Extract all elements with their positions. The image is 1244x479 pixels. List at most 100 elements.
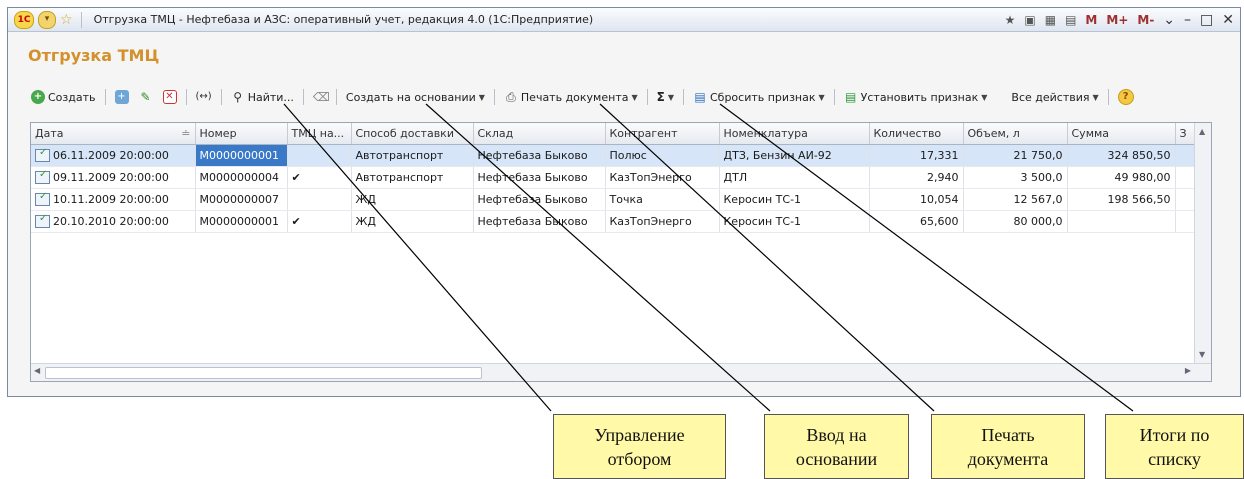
horizontal-scrollbar[interactable]: ◀ ▶ — [31, 363, 1211, 381]
qty-cell: 10,054 — [869, 188, 964, 211]
find-label: Найти... — [247, 90, 294, 104]
callout-create-based-on: Ввод на основании — [764, 414, 909, 479]
warehouse-cell: Нефтебаза Быково — [473, 144, 606, 167]
sum-cell: 198 566,50 — [1067, 188, 1176, 211]
page-title: Отгрузка ТМЦ — [28, 46, 160, 65]
all-actions-button[interactable]: Все действия ▼ — [1008, 87, 1101, 107]
divider — [302, 89, 304, 105]
window-title: Отгрузка ТМЦ - Нефтебаза и АЗС: оператив… — [93, 13, 594, 26]
scroll-right-icon[interactable]: ▶ — [1185, 366, 1191, 375]
item-cell: ДТЛ — [719, 166, 870, 189]
counterparty-cell: КазТопЭнерго — [605, 166, 720, 189]
number-cell: M0000000007 — [195, 188, 288, 211]
scroll-left-icon[interactable]: ◀ — [34, 366, 40, 375]
favorites-star-icon[interactable]: ☆ — [60, 12, 73, 28]
chevron-down-icon: ▼ — [667, 92, 674, 102]
history-icon[interactable]: ▣ — [1024, 13, 1035, 27]
tmc-cell — [287, 188, 352, 211]
volume-cell: 3 500,0 — [963, 166, 1068, 189]
table-row[interactable]: 06.11.2009 20:00:00 M0000000001 Автотран… — [31, 144, 1196, 167]
title-bar: 1С ▾ ☆ Отгрузка ТМЦ - Нефтебаза и АЗС: о… — [8, 8, 1240, 32]
close-icon[interactable]: ✕ — [1222, 12, 1234, 28]
create-label: Создать — [48, 90, 96, 104]
item-cell: ДТЗ, Бензин АИ-92 — [719, 144, 870, 167]
sort-icon: ≐ — [181, 127, 191, 140]
scroll-up-icon[interactable]: ▲ — [1199, 127, 1205, 136]
col-qty-header[interactable]: Количество — [869, 123, 964, 145]
posted-document-icon — [35, 191, 50, 207]
col-counterparty-header[interactable]: Контрагент — [605, 123, 720, 145]
tmc-cell — [287, 144, 352, 167]
qty-cell: 2,940 — [869, 166, 964, 189]
calendar-icon[interactable]: ▤ — [1065, 13, 1076, 27]
copy-button[interactable]: + — [112, 87, 132, 107]
dropdown-icon[interactable]: ⌄ — [1163, 12, 1175, 28]
extra-cell — [1175, 210, 1196, 233]
vertical-scrollbar[interactable]: ▲ ▼ — [1194, 123, 1211, 363]
warehouse-cell: Нефтебаза Быково — [473, 188, 606, 211]
minimize-icon[interactable]: – — [1184, 12, 1191, 28]
maximize-icon[interactable]: □ — [1200, 12, 1213, 28]
volume-cell: 21 750,0 — [963, 144, 1068, 167]
callout-print-document: Печать документа — [931, 414, 1085, 479]
reset-flag-button[interactable]: ▤ Сбросить признак ▼ — [690, 87, 828, 107]
col-date-header[interactable]: Дата ≐ — [31, 123, 196, 145]
create-button[interactable]: + Создать — [28, 87, 99, 107]
list-table: Дата ≐ Номер ТМЦ на... Способ доставки Ск… — [31, 123, 1196, 233]
memory-m-button[interactable]: M — [1085, 13, 1097, 27]
divider — [335, 89, 337, 105]
col-sum-header[interactable]: Сумма — [1067, 123, 1176, 145]
search-icon: ⚲ — [233, 90, 243, 104]
posted-document-icon — [35, 213, 50, 229]
print-document-button[interactable]: ⎙ Печать документа ▼ — [501, 87, 641, 107]
extra-cell — [1175, 166, 1196, 189]
set-flag-button[interactable]: ▤ Установить признак ▼ — [841, 87, 991, 107]
1c-logo-icon[interactable]: 1С — [14, 10, 34, 29]
all-actions-label: Все действия — [1011, 90, 1090, 104]
col-extra-header[interactable]: З — [1175, 123, 1196, 145]
copy-icon: + — [114, 90, 129, 104]
posted-document-icon — [35, 147, 50, 163]
col-delivery-header[interactable]: Способ доставки — [351, 123, 474, 145]
item-cell: Керосин ТС-1 — [719, 188, 870, 211]
link-icon: (↔) — [195, 91, 212, 102]
date-cell: 20.10.2010 20:00:00 — [31, 210, 196, 233]
totals-button[interactable]: Σ ▼ — [654, 87, 677, 107]
scrollbar-thumb[interactable] — [45, 367, 482, 379]
chevron-down-icon: ▼ — [818, 92, 825, 102]
qty-cell: 65,600 — [869, 210, 964, 233]
callout-list-totals: Итоги по списку — [1105, 414, 1244, 479]
col-warehouse-header[interactable]: Склад — [473, 123, 606, 145]
set-flag-icon: ▤ — [844, 90, 857, 104]
counterparty-cell: КазТопЭнерго — [605, 210, 720, 233]
divider — [185, 89, 187, 105]
table-row[interactable]: 10.11.2009 20:00:00 M0000000007 ЖД Нефте… — [31, 188, 1196, 211]
help-button[interactable]: ? — [1115, 87, 1137, 107]
chevron-down-icon: ▼ — [1092, 92, 1099, 102]
document-list[interactable]: Дата ≐ Номер ТМЦ на... Способ доставки Ск… — [30, 122, 1212, 382]
col-number-header[interactable]: Номер — [195, 123, 288, 145]
sigma-icon: Σ — [656, 90, 665, 104]
scroll-down-icon[interactable]: ▼ — [1199, 350, 1205, 359]
add-favorite-icon[interactable]: ★ — [1005, 13, 1016, 27]
main-menu-icon[interactable]: ▾ — [38, 10, 56, 29]
col-volume-header[interactable]: Объем, л — [963, 123, 1068, 145]
create-based-on-label: Создать на основании — [345, 90, 476, 104]
col-tmc-header[interactable]: ТМЦ на... — [287, 123, 352, 145]
table-row[interactable]: 20.10.2010 20:00:00 M0000000001 ✔ ЖД Неф… — [31, 210, 1196, 233]
pencil-icon: ✎ — [140, 90, 151, 104]
delete-button[interactable]: ✕ — [160, 87, 180, 107]
edit-button[interactable]: ✎ — [136, 87, 156, 107]
find-button[interactable]: ⚲ Найти... — [228, 87, 297, 107]
counterparty-cell: Полюс — [605, 144, 720, 167]
col-item-header[interactable]: Номенклатура — [719, 123, 870, 145]
link-button[interactable]: (↔) — [193, 87, 215, 107]
date-cell: 06.11.2009 20:00:00 — [31, 144, 196, 167]
table-row[interactable]: 09.11.2009 20:00:00 M0000000004 ✔ Автотр… — [31, 166, 1196, 189]
chevron-down-icon: ▼ — [478, 92, 485, 102]
memory-mminus-button[interactable]: M- — [1137, 13, 1154, 27]
memory-mplus-button[interactable]: M+ — [1106, 13, 1128, 27]
calculator-icon[interactable]: ▦ — [1045, 13, 1056, 27]
cancel-search-button[interactable]: ⌫ — [310, 87, 330, 107]
create-based-on-button[interactable]: Создать на основании ▼ — [343, 87, 488, 107]
